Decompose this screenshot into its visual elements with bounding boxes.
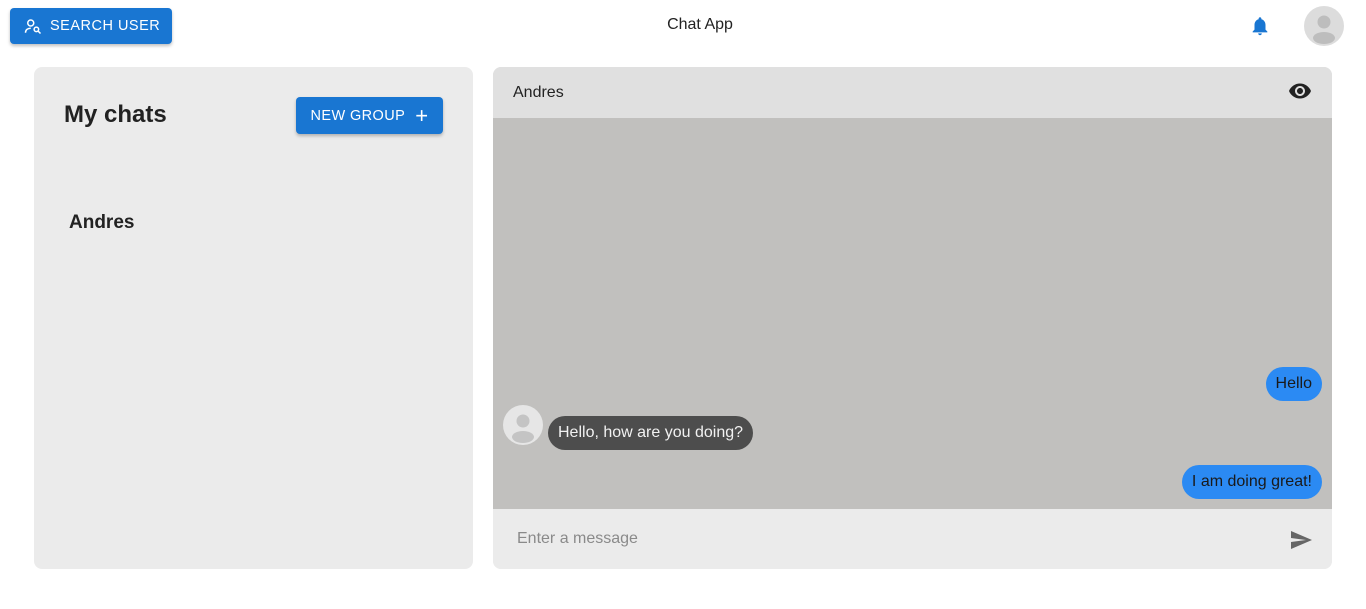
chat-list-item[interactable]: Andres [54,201,454,245]
app-title: Chat App [667,16,733,33]
message-list: Hello Hello, how are you doing? I am doi… [493,118,1332,509]
search-user-icon [24,17,42,35]
message-input-bar [493,509,1332,569]
avatar-icon [512,414,534,443]
message-input[interactable] [503,519,1273,559]
message-bubble: I am doing great! [1181,465,1322,499]
plus-icon: + [415,102,429,128]
avatar-icon [1313,15,1335,44]
chat-header: Andres [493,67,1332,118]
search-user-button[interactable]: SEARCH USER [10,8,172,44]
my-chats-title: My chats [64,101,167,128]
sender-avatar[interactable] [503,405,543,445]
eye-icon[interactable] [1288,79,1312,103]
search-user-label: SEARCH USER [50,18,161,34]
new-group-label: NEW GROUP [310,107,406,124]
message-bubble: Hello, how are you doing? [548,416,754,450]
chat-list-item-name: Andres [69,212,135,233]
chat-header-name: Andres [513,84,564,101]
new-group-button[interactable]: NEW GROUP + [296,97,443,134]
top-bar: SEARCH USER Chat App [0,0,1366,52]
chat-panel: Andres Hello Hello, how are you doing? I… [493,67,1332,569]
my-chats-panel: My chats NEW GROUP + Andres [34,67,473,569]
user-avatar[interactable] [1304,6,1344,46]
bell-icon[interactable] [1249,14,1271,38]
send-icon[interactable] [1289,528,1313,552]
message-bubble: Hello [1265,367,1322,401]
